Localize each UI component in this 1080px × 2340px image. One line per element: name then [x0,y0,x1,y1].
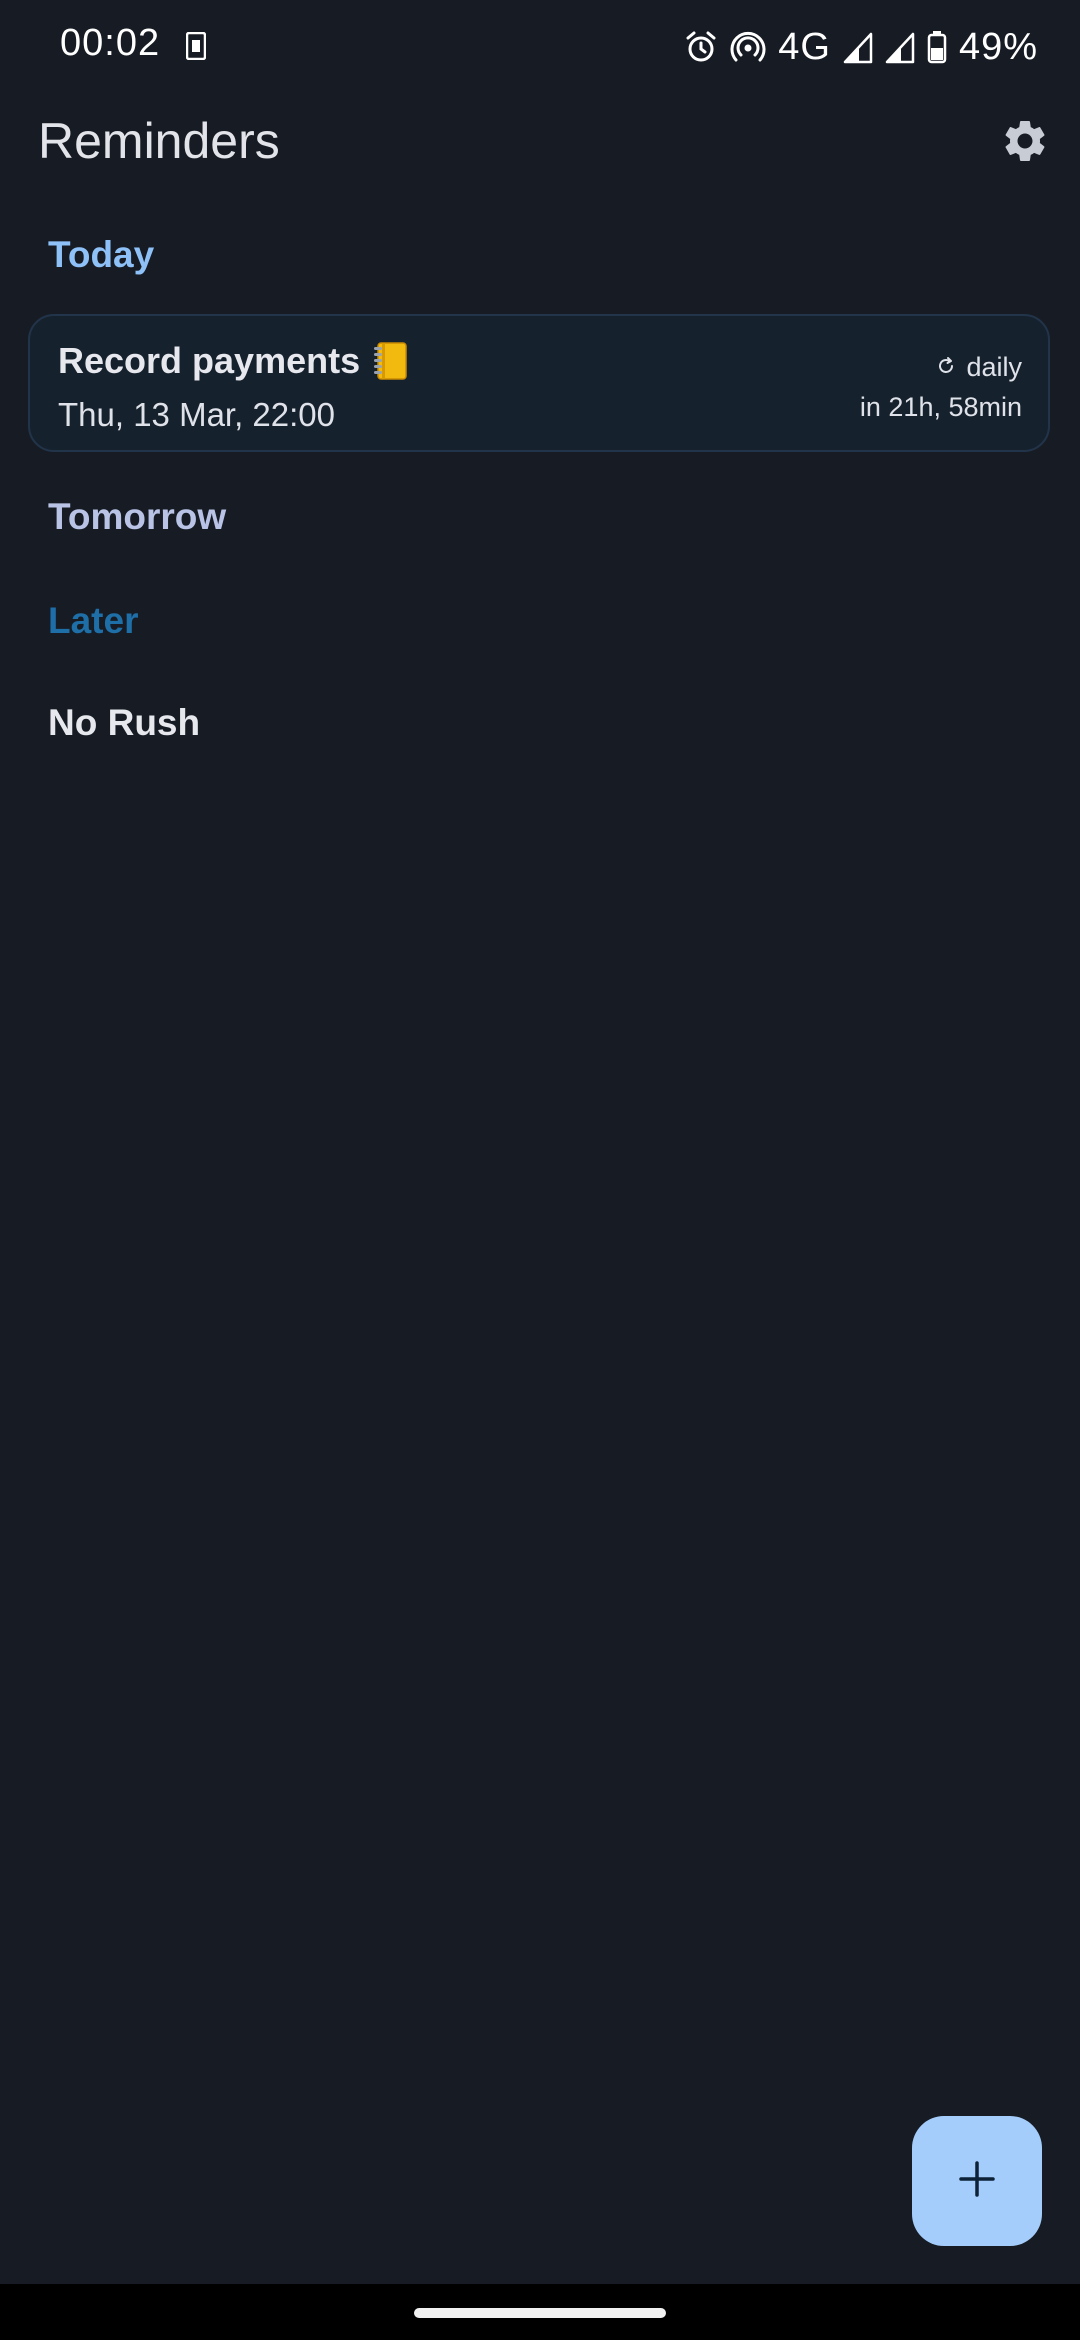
gear-icon [1000,116,1050,171]
battery-icon [927,30,947,64]
reminder-due-in: in 21h, 58min [859,392,1022,422]
home-gesture-handle[interactable] [414,2308,666,2318]
plus-icon [957,2159,997,2204]
reminder-datetime: Thu, 13 Mar, 22:00 [58,396,336,433]
reminder-title: Record payments [58,340,361,381]
sim-card-icon [185,31,207,61]
settings-button[interactable] [996,114,1054,172]
signal-icon [885,30,915,64]
battery-percent: 49% [958,25,1038,68]
add-reminder-button[interactable] [912,2116,1042,2246]
section-header-tomorrow: Tomorrow [48,496,227,537]
section-header-today: Today [48,234,155,275]
status-icons: 4G 49% [684,22,1038,72]
section-header-later: Later [48,600,139,641]
status-bar: 00:02 4G 49% [0,0,1080,94]
reminder-card[interactable]: Record payments Thu, 13 Mar, 22:00 daily… [28,314,1050,452]
status-time: 00:02 [60,22,161,64]
signal-icon [843,30,873,64]
reminder-repeat: daily [936,352,1022,383]
page-title: Reminders [38,113,280,169]
hotspot-icon [730,30,766,64]
navigation-bar [0,2284,1080,2340]
network-type: 4G [778,25,831,68]
repeat-label: daily [966,352,1022,382]
repeat-icon [936,352,956,383]
alarm-icon [684,30,718,64]
reminder-title-row: Record payments [58,340,408,382]
ledger-icon [372,341,408,381]
section-header-no-rush: No Rush [48,702,201,743]
